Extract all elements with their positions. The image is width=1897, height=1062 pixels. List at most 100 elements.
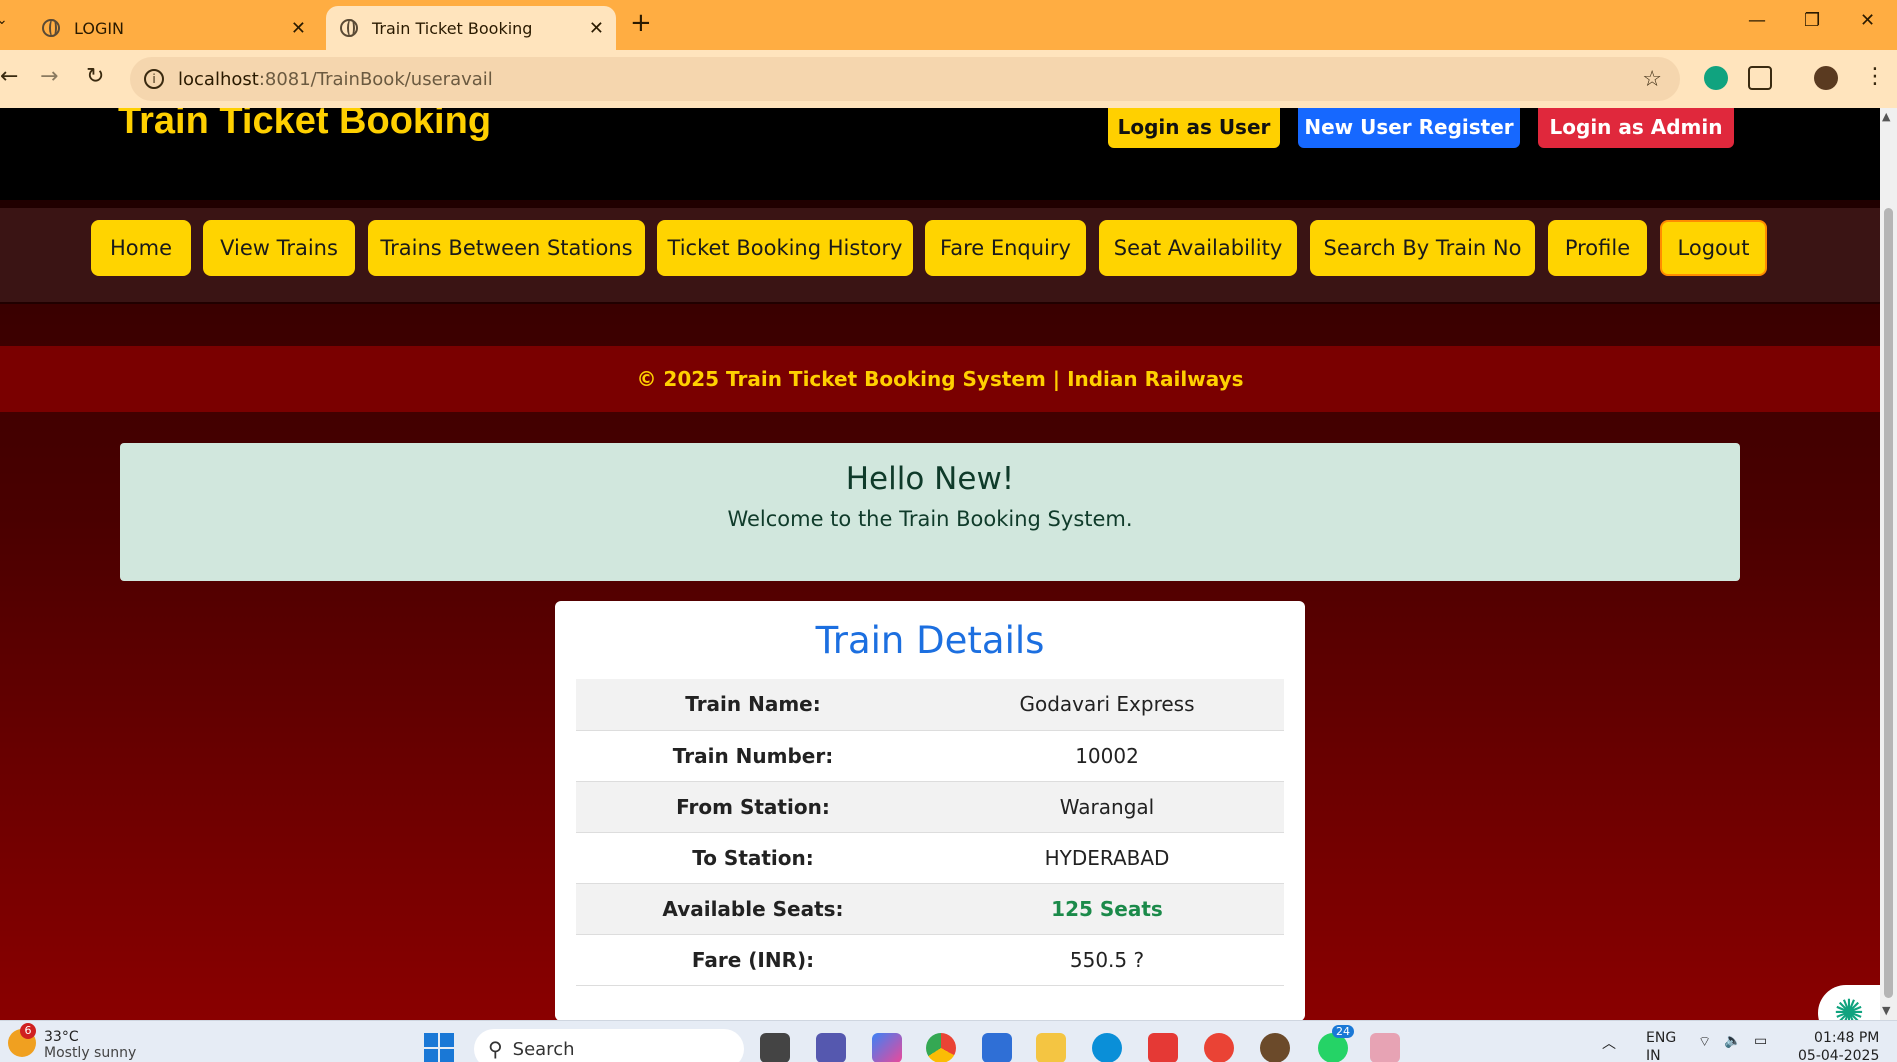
reload-icon[interactable]: ↻ [86, 64, 104, 89]
url-field[interactable]: i localhost:8081/TrainBook/useravail ☆ [130, 57, 1680, 101]
new-user-register-button[interactable]: New User Register [1298, 108, 1520, 148]
edge-icon[interactable] [1092, 1033, 1122, 1062]
scroll-down-arrow-icon[interactable]: ▼ [1882, 1004, 1890, 1017]
back-arrow-icon[interactable]: ← [0, 64, 18, 89]
clock-date: 05-04-2025 [1798, 1048, 1880, 1062]
row-label: Available Seats: [576, 883, 930, 935]
language-indicator[interactable]: ENG IN [1646, 1029, 1676, 1062]
row-value: 550.5 ? [930, 934, 1284, 986]
address-toolbar: ← → ↻ i localhost:8081/TrainBook/userava… [0, 50, 1897, 108]
tab-login[interactable]: LOGIN ✕ [28, 6, 318, 50]
app-avatar-icon[interactable] [1260, 1033, 1290, 1062]
welcome-alert: Hello New! Welcome to the Train Booking … [120, 443, 1740, 581]
url-text: localhost:8081/TrainBook/useravail [178, 68, 493, 90]
bookmark-star-icon[interactable]: ☆ [1642, 67, 1662, 92]
windows-start-icon[interactable] [424, 1033, 454, 1062]
row-value: Godavari Express [930, 679, 1284, 731]
chrome-profile-icon[interactable] [1204, 1033, 1234, 1062]
system-clock[interactable]: 01:48 PM 05-04-2025 [1798, 1029, 1879, 1062]
copyright-banner: © 2025 Train Ticket Booking System | Ind… [0, 346, 1880, 412]
whatsapp-badge: 24 [1332, 1025, 1354, 1038]
weather-desc: Mostly sunny [44, 1045, 137, 1061]
row-label: From Station: [576, 781, 930, 833]
train-details-table: Train Name: Godavari Express Train Numbe… [576, 679, 1284, 986]
lang-bottom: IN [1646, 1048, 1661, 1062]
scrollbar-thumb[interactable] [1884, 208, 1893, 998]
table-row: To Station: HYDERABAD [576, 832, 1284, 884]
lang-top: ENG [1646, 1030, 1677, 1046]
browser-menu-icon[interactable]: ⋮ [1864, 64, 1886, 89]
extensions-puzzle-icon[interactable] [1748, 66, 1772, 90]
table-row: Train Name: Godavari Express [576, 679, 1284, 731]
table-row: From Station: Warangal [576, 781, 1284, 833]
task-view-icon[interactable] [760, 1033, 790, 1062]
row-label: To Station: [576, 832, 930, 884]
copilot-icon[interactable] [872, 1033, 902, 1062]
weather-widget[interactable]: 6 33°C Mostly sunny [8, 1023, 137, 1061]
train-details-heading: Train Details [815, 619, 1045, 662]
menu-profile[interactable]: Profile [1548, 220, 1647, 276]
battery-icon[interactable]: ▭ [1754, 1033, 1767, 1049]
page-viewport: Train Ticket Booking Login as User New U… [0, 108, 1880, 1020]
site-info-icon[interactable]: i [144, 69, 164, 89]
chrome-icon[interactable] [926, 1033, 956, 1062]
forward-arrow-icon[interactable]: → [40, 64, 58, 89]
menu-home[interactable]: Home [91, 220, 191, 276]
whatsapp-icon[interactable]: 24 [1318, 1025, 1354, 1062]
file-explorer-icon[interactable] [1036, 1033, 1066, 1062]
row-value: HYDERABAD [930, 832, 1284, 884]
weather-badge: 6 [20, 1023, 36, 1039]
tab-title: Train Ticket Booking [372, 18, 533, 38]
row-label: Train Number: [576, 730, 930, 782]
table-row: Fare (INR): 550.5 ? [576, 934, 1284, 986]
chatgpt-assistant-icon[interactable]: ✺ [1818, 985, 1880, 1020]
profile-avatar[interactable] [1814, 66, 1838, 90]
windows-taskbar: 6 33°C Mostly sunny ⚲ Search 24 ︿ ENG IN… [0, 1020, 1897, 1062]
new-tab-button[interactable]: + [630, 8, 652, 38]
restore-icon[interactable]: ❐ [1804, 10, 1820, 31]
weather-temp: 33°C [44, 1029, 79, 1045]
row-value: 10002 [930, 730, 1284, 782]
menu-fare-enquiry[interactable]: Fare Enquiry [925, 220, 1086, 276]
tab-title: LOGIN [74, 18, 125, 38]
sun-icon: 6 [8, 1023, 36, 1057]
row-label: Fare (INR): [576, 934, 930, 986]
close-icon[interactable]: ✕ [291, 18, 306, 39]
search-icon: ⚲ [488, 1037, 503, 1061]
menu-view-trains[interactable]: View Trains [203, 220, 355, 276]
close-icon[interactable]: ✕ [589, 18, 604, 39]
globe-icon [42, 19, 60, 37]
window-close-icon[interactable]: ✕ [1860, 10, 1875, 31]
menu-search-by-train-no[interactable]: Search By Train No [1310, 220, 1535, 276]
menu-ticket-booking-history[interactable]: Ticket Booking History [657, 220, 913, 276]
train-details-card: Train Details Train Name: Godavari Expre… [555, 601, 1305, 1020]
site-header: Train Ticket Booking Login as User New U… [0, 108, 1880, 200]
taskbar-search[interactable]: ⚲ Search [474, 1029, 744, 1062]
login-as-admin-button[interactable]: Login as Admin [1538, 108, 1734, 148]
teams-icon[interactable] [816, 1033, 846, 1062]
tab-search-chevron-icon[interactable]: ⌄ [0, 12, 8, 28]
chevron-up-icon[interactable]: ︿ [1602, 1033, 1616, 1053]
chatgpt-extension-icon[interactable] [1704, 66, 1728, 90]
store-icon[interactable] [982, 1033, 1012, 1062]
table-row: Available Seats: 125 Seats [576, 883, 1284, 935]
welcome-message: Welcome to the Train Booking System. [727, 507, 1133, 531]
wifi-icon[interactable]: ⌔ [1698, 1033, 1711, 1051]
browser-tab-bar: ⌄ LOGIN ✕ Train Ticket Booking ✕ + — ❐ ✕ [0, 0, 1897, 50]
search-placeholder: Search [512, 1038, 575, 1060]
minimize-icon[interactable]: — [1748, 10, 1766, 31]
wps-office-icon[interactable] [1148, 1033, 1178, 1062]
volume-icon[interactable]: 🔈 [1724, 1033, 1741, 1049]
row-value: Warangal [930, 781, 1284, 833]
menu-trains-between-stations[interactable]: Trains Between Stations [368, 220, 645, 276]
menu-logout[interactable]: Logout [1660, 220, 1767, 276]
media-player-icon[interactable] [1370, 1033, 1400, 1062]
login-as-user-button[interactable]: Login as User [1108, 108, 1280, 148]
clock-time: 01:48 PM [1814, 1030, 1880, 1046]
welcome-title: Hello New! [845, 461, 1015, 497]
page-scrollbar[interactable]: ▲ ▼ [1880, 108, 1897, 1020]
available-seats-value: 125 Seats [930, 883, 1284, 935]
tab-train-ticket-booking[interactable]: Train Ticket Booking ✕ [326, 6, 616, 50]
scroll-up-arrow-icon[interactable]: ▲ [1882, 110, 1890, 123]
menu-seat-availability[interactable]: Seat Availability [1099, 220, 1297, 276]
